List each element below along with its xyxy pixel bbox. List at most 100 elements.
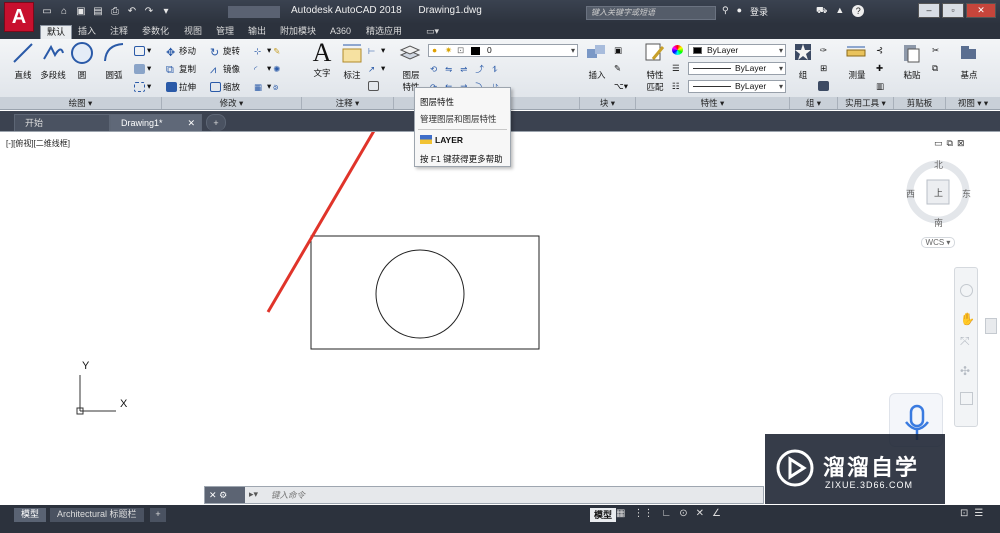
arc-button[interactable]: 圆弧 bbox=[100, 41, 128, 81]
create-block-icon[interactable]: ▣ bbox=[614, 45, 622, 56]
maximize-button[interactable]: ▫ bbox=[942, 3, 964, 18]
tab-output[interactable]: 输出 bbox=[242, 25, 272, 39]
explode-icon[interactable]: ✺ bbox=[273, 64, 284, 74]
mirror-button[interactable]: ⩘ 镜像 bbox=[210, 63, 240, 76]
modify-panel-title[interactable]: 修改 ▾ bbox=[162, 97, 302, 109]
linetype-dropdown[interactable]: ByLayer bbox=[688, 62, 786, 75]
erase-icon[interactable]: ✎ bbox=[273, 46, 284, 56]
draw-panel-title[interactable]: 绘图 ▾ bbox=[0, 97, 162, 109]
viewport-close-icon[interactable]: ⊠ bbox=[957, 138, 965, 149]
linetype-icon[interactable]: ☰ bbox=[672, 63, 680, 74]
compass-south[interactable]: 南 bbox=[934, 216, 943, 229]
rectangle-tool[interactable]: ▾ bbox=[134, 45, 151, 56]
snap-icon[interactable]: ⋮⋮ bbox=[633, 508, 653, 519]
a360-icon[interactable]: ▲ bbox=[835, 5, 844, 18]
color-dropdown[interactable]: ByLayer bbox=[688, 44, 786, 57]
edit-block-icon[interactable]: ✎ bbox=[614, 63, 621, 74]
fullscreen-icon[interactable]: ⊡ bbox=[960, 508, 968, 519]
hatch-tool[interactable]: ▾ bbox=[134, 63, 151, 74]
viewport-minimize-icon[interactable]: ▭ bbox=[934, 138, 943, 149]
move-button[interactable]: ✥ 移动 bbox=[166, 45, 196, 59]
save-icon[interactable]: ▣ bbox=[74, 5, 88, 18]
stretch-button[interactable]: 拉伸 bbox=[166, 81, 196, 93]
quick-select-icon[interactable]: ⊰ bbox=[876, 45, 883, 56]
scale-button[interactable]: 缩放 bbox=[210, 81, 240, 93]
print-icon[interactable]: ⎙ bbox=[108, 5, 122, 18]
customize-status-icon[interactable]: ☰ bbox=[974, 508, 983, 519]
rotate-button[interactable]: ↻ 旋转 bbox=[210, 45, 240, 59]
dimension-button[interactable]: 标注 bbox=[338, 41, 366, 81]
fillet-tool[interactable]: ◜ ▾ ✺ bbox=[254, 63, 284, 74]
workspace-selector[interactable] bbox=[228, 6, 280, 18]
steering-wheel-icon[interactable] bbox=[960, 284, 973, 297]
ortho-icon[interactable]: ∟ bbox=[661, 508, 671, 519]
properties-panel-title[interactable]: 特性 ▾ bbox=[636, 97, 790, 109]
linear-dim-tool[interactable]: ⊢ ▾ bbox=[368, 45, 385, 56]
insert-block-button[interactable]: 插入 bbox=[584, 41, 610, 81]
ribbon-options-icon[interactable]: ▭▾ bbox=[420, 25, 445, 39]
open-file-icon[interactable]: ⌂ bbox=[57, 5, 71, 18]
ungroup-icon[interactable]: ✑ bbox=[820, 45, 827, 56]
tab-parametric[interactable]: 参数化 bbox=[136, 25, 175, 39]
paste-button[interactable]: 粘贴 bbox=[898, 41, 926, 81]
customize-icon[interactable]: ⚙ bbox=[219, 490, 227, 500]
search-input[interactable]: 键入关键字或短语 bbox=[586, 6, 716, 20]
close-button[interactable]: ✕ bbox=[966, 3, 996, 18]
layer-tool-icon[interactable]: ⥮ bbox=[492, 64, 498, 75]
layout-tab-architectural[interactable]: Architectural 标题栏 bbox=[50, 508, 144, 522]
compass-east[interactable]: 东 bbox=[962, 187, 971, 200]
showmotion-icon[interactable] bbox=[960, 392, 973, 405]
group-edit-icon[interactable]: ⊞ bbox=[820, 63, 827, 74]
block-attribute-icon[interactable]: ⌥▾ bbox=[614, 81, 628, 92]
lineweight-icon[interactable]: ☷ bbox=[672, 81, 680, 92]
compass-north[interactable]: 北 bbox=[934, 158, 943, 171]
tab-start[interactable]: 开始 bbox=[14, 114, 110, 131]
layer-tool-icon[interactable]: ⇋ bbox=[445, 64, 452, 75]
polyline-button[interactable]: 多段线 bbox=[38, 41, 68, 81]
store-icon[interactable]: ⛟ bbox=[816, 5, 827, 18]
help-icon[interactable]: ? bbox=[852, 5, 865, 17]
close-tab-icon[interactable]: ✕ bbox=[187, 115, 195, 131]
layer-dropdown[interactable]: ● ✷ ⊡ 0 bbox=[428, 44, 578, 57]
tab-drawing1[interactable]: Drawing1* ✕ bbox=[110, 114, 202, 131]
circle-button[interactable]: 圆 bbox=[68, 41, 96, 81]
view-panel-title[interactable]: 视图 ▾ ▾ bbox=[946, 97, 1000, 109]
line-button[interactable]: 直线 bbox=[8, 41, 38, 81]
orbit-icon[interactable]: ✣ bbox=[960, 364, 970, 378]
utilities-panel-title[interactable]: 实用工具 ▾ bbox=[838, 97, 894, 109]
redo-icon[interactable]: ↷ bbox=[142, 5, 156, 18]
qat-menu-icon[interactable]: ▾ bbox=[159, 5, 173, 18]
model-space-toggle[interactable]: 模型 bbox=[590, 508, 617, 522]
layer-tool-icon[interactable]: ⤴ bbox=[475, 63, 484, 75]
color-wheel-icon[interactable] bbox=[672, 45, 683, 55]
new-tab-button[interactable]: + bbox=[206, 114, 226, 131]
tab-manage[interactable]: 管理 bbox=[210, 25, 240, 39]
tab-view[interactable]: 视图 bbox=[178, 25, 208, 39]
application-menu-button[interactable]: A bbox=[4, 2, 34, 32]
tab-a360[interactable]: A360 bbox=[324, 25, 357, 39]
close-cmdline-icon[interactable]: ✕ bbox=[209, 490, 217, 500]
save-as-icon[interactable]: ▤ bbox=[91, 5, 105, 18]
grid-icon[interactable]: ▦ bbox=[616, 508, 625, 519]
groups-panel-title[interactable]: 组 ▾ bbox=[790, 97, 838, 109]
cut-icon[interactable]: ✂ bbox=[932, 45, 939, 56]
clipboard-panel-title[interactable]: 剪贴板 bbox=[894, 97, 946, 109]
table-tool[interactable] bbox=[368, 81, 379, 91]
user-icon[interactable]: ● bbox=[737, 5, 742, 18]
undo-icon[interactable]: ↶ bbox=[125, 5, 139, 18]
block-panel-title[interactable]: 块 ▾ bbox=[580, 97, 636, 109]
circle-shape[interactable] bbox=[375, 249, 465, 339]
copy-button[interactable]: ⧉ 复制 bbox=[166, 63, 196, 76]
group-button[interactable]: 组 bbox=[792, 41, 814, 81]
leader-tool[interactable]: ↗ ▾ bbox=[368, 63, 385, 74]
tab-insert[interactable]: 插入 bbox=[72, 25, 102, 39]
new-file-icon[interactable]: ▭ bbox=[40, 5, 54, 18]
layer-properties-button[interactable]: 图层 特性 bbox=[398, 41, 424, 93]
otrack-icon[interactable]: ∠ bbox=[712, 508, 721, 519]
layer-tool-icon[interactable]: ⇌ bbox=[460, 64, 467, 75]
polar-icon[interactable]: ⊙ bbox=[679, 508, 687, 519]
trim-tool[interactable]: ⊹ ▾ ✎ bbox=[254, 45, 284, 56]
osnap-icon[interactable]: ✕ bbox=[696, 508, 704, 519]
minimize-button[interactable]: – bbox=[918, 3, 940, 18]
group-select-icon[interactable] bbox=[818, 81, 829, 91]
